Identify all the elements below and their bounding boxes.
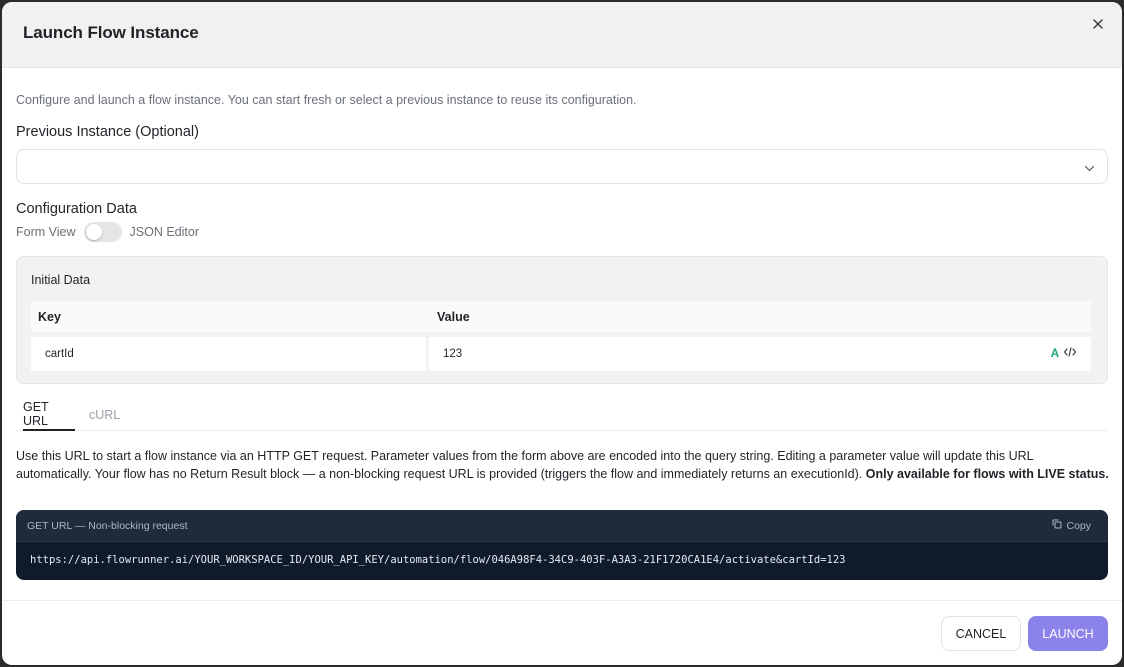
chevron-down-icon [1084, 161, 1095, 179]
code-block-label: GET URL — Non-blocking request [27, 520, 188, 532]
launch-flow-dialog: Launch Flow Instance Configure and launc… [2, 2, 1122, 665]
initial-data-table-header: Key Value [31, 301, 1091, 332]
value-text: 123 [443, 348, 463, 360]
dialog-body: Configure and launch a flow instance. Yo… [2, 68, 1122, 600]
url-description-bold: Only available for flows with LIVE statu… [865, 467, 1109, 481]
json-editor-label: JSON Editor [129, 225, 199, 239]
initial-data-panel: Initial Data Key Value cartId 123 A [16, 256, 1108, 384]
view-toggle-row: Form View JSON Editor [16, 221, 199, 243]
copy-icon [1052, 519, 1062, 532]
close-icon [1093, 16, 1103, 34]
dialog-footer: CANCEL LAUNCH [2, 600, 1122, 665]
code-block-header: GET URL — Non-blocking request Copy [16, 510, 1108, 542]
url-tabs: GET URL cURL [16, 398, 1108, 431]
url-code-block: GET URL — Non-blocking request Copy http… [16, 510, 1108, 580]
get-url-text[interactable]: https://api.flowrunner.ai/YOUR_WORKSPACE… [30, 554, 845, 566]
form-view-label: Form View [16, 225, 76, 239]
initial-data-title: Initial Data [31, 273, 91, 287]
dialog-header: Launch Flow Instance [2, 2, 1122, 68]
copy-button[interactable]: Copy [1052, 519, 1091, 532]
tab-get-url[interactable]: GET URL [23, 398, 75, 431]
text-type-icon[interactable]: A [1051, 348, 1059, 360]
column-header-key: Key [38, 309, 61, 324]
dialog-title: Launch Flow Instance [23, 23, 199, 42]
launch-button[interactable]: LAUNCH [1028, 616, 1108, 651]
json-editor-toggle[interactable] [83, 222, 122, 242]
configuration-data-label: Configuration Data [16, 201, 137, 217]
column-header-value: Value [437, 309, 470, 324]
copy-label: Copy [1066, 519, 1091, 532]
cancel-button[interactable]: CANCEL [941, 616, 1021, 651]
url-description: Use this URL to start a flow instance vi… [16, 447, 1111, 483]
dialog-description: Configure and launch a flow instance. Yo… [16, 93, 637, 107]
code-icon[interactable] [1063, 346, 1077, 361]
toggle-knob [85, 224, 102, 240]
key-cell[interactable]: cartId [31, 337, 426, 371]
previous-instance-select[interactable] [16, 149, 1108, 184]
value-type-icons: A [1051, 346, 1077, 361]
previous-instance-label: Previous Instance (Optional) [16, 124, 199, 140]
close-button[interactable] [1088, 15, 1108, 35]
table-row: cartId 123 A [31, 337, 1091, 371]
value-cell[interactable]: 123 A [429, 337, 1091, 371]
tab-curl[interactable]: cURL [89, 398, 120, 431]
